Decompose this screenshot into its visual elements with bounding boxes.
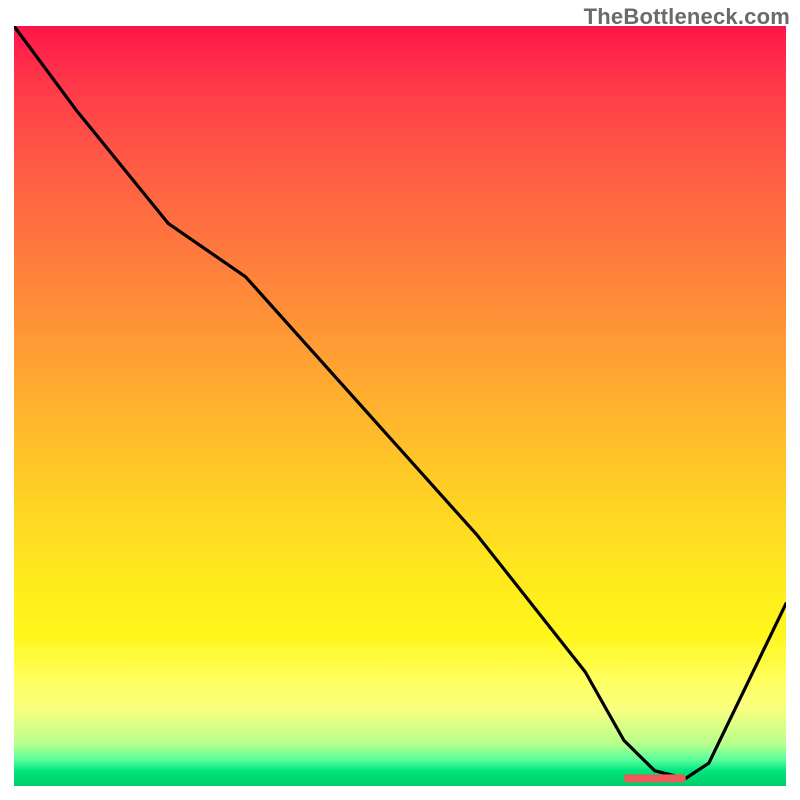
valley-marker [624,774,686,782]
chart-container: TheBottleneck.com [0,0,800,800]
plot-area [14,26,786,786]
chart-svg [14,26,786,786]
series-curve [14,26,786,778]
